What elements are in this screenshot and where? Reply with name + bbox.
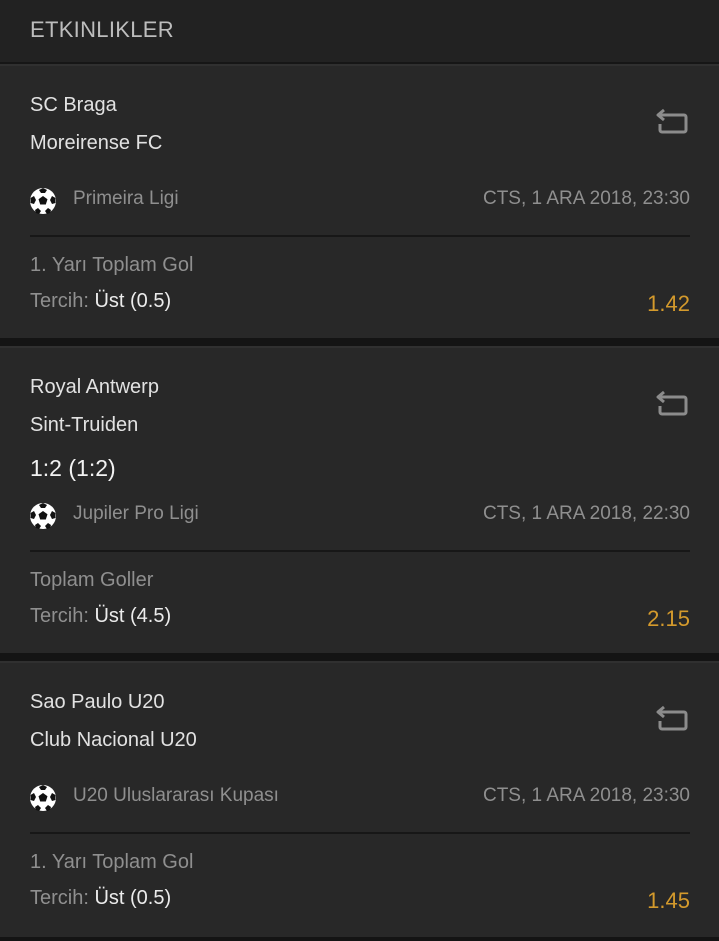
selection-value: Üst (4.5): [94, 605, 172, 627]
market-name: 1. Yarı Toplam Gol: [30, 254, 194, 276]
selection-label: Tercih:: [30, 605, 89, 627]
events-header: ETKINLIKLER: [0, 0, 719, 64]
home-team: Royal Antwerp: [30, 376, 159, 398]
selection: Tercih: Üst (0.5): [30, 887, 171, 910]
repeat-icon[interactable]: [655, 102, 691, 138]
event-datetime: CTS, 1 ARA 2018, 23:30: [482, 188, 690, 209]
match-score: 1:2 (1:2): [30, 455, 116, 481]
event-datetime: CTS, 1 ARA 2018, 22:30: [482, 503, 690, 524]
home-team: SC Braga: [30, 94, 117, 116]
event-datetime: CTS, 1 ARA 2018, 23:30: [482, 785, 690, 806]
soccer-ball-icon: [30, 188, 56, 214]
market-name: 1. Yarı Toplam Gol: [30, 851, 194, 873]
repeat-icon[interactable]: [655, 699, 691, 735]
divider: [30, 550, 690, 552]
selection-label: Tercih:: [30, 290, 89, 312]
league-name: U20 Uluslararası Kupası: [73, 785, 279, 806]
selection: Tercih: Üst (0.5): [30, 290, 171, 313]
soccer-ball-icon: [30, 785, 56, 811]
league-name: Primeira Ligi: [73, 188, 179, 209]
away-team: Club Nacional U20: [30, 729, 197, 751]
event-card[interactable]: Sao Paulo U20 Club Nacional U20 U20 Ulus…: [0, 661, 719, 937]
divider: [30, 832, 690, 834]
repeat-icon[interactable]: [655, 384, 691, 420]
selection-value: Üst (0.5): [94, 887, 172, 909]
home-team: Sao Paulo U20: [30, 691, 165, 713]
soccer-ball-icon: [30, 503, 56, 529]
header-title: ETKINLIKLER: [30, 17, 174, 42]
league-name: Jupiler Pro Ligi: [73, 503, 199, 524]
selection-value: Üst (0.5): [94, 290, 172, 312]
odds-value: 1.45: [647, 888, 690, 913]
divider: [30, 235, 690, 237]
away-team: Moreirense FC: [30, 132, 163, 154]
odds-value: 1.42: [647, 291, 690, 316]
selection-label: Tercih:: [30, 887, 89, 909]
away-team: Sint-Truiden: [30, 414, 139, 436]
selection: Tercih: Üst (4.5): [30, 605, 171, 628]
event-card[interactable]: Royal Antwerp Sint-Truiden 1:2 (1:2) Jup…: [0, 346, 719, 653]
event-card[interactable]: SC Braga Moreirense FC Primeira Ligi CTS…: [0, 64, 719, 338]
market-name: Toplam Goller: [30, 569, 154, 591]
odds-value: 2.15: [647, 606, 690, 631]
